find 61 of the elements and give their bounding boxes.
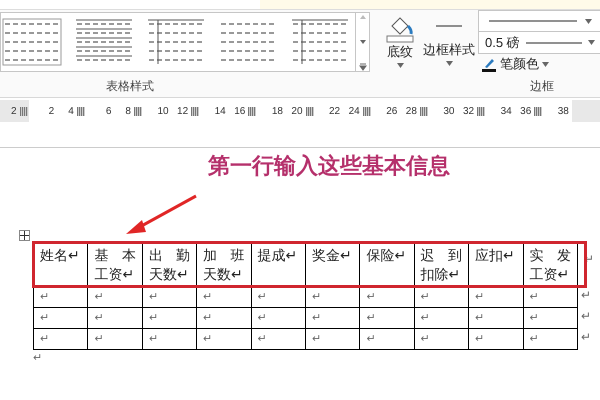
ruler-number: 22	[329, 104, 340, 118]
column-marker-icon[interactable]	[248, 106, 256, 116]
pen-color-button[interactable]: 笔颜色	[478, 54, 600, 74]
line-style-dropdown[interactable]	[478, 10, 600, 32]
ruler-number: 18	[272, 104, 283, 118]
more-icon[interactable]	[358, 63, 367, 71]
column-marker-icon[interactable]	[20, 106, 28, 116]
line-icon	[436, 24, 462, 28]
line-icon	[489, 19, 577, 23]
row-end-mark: ↵	[580, 287, 591, 304]
line-icon	[526, 40, 582, 44]
ruler-number: 6	[106, 104, 112, 118]
table-style-gallery[interactable]	[0, 12, 356, 72]
shading-button[interactable]: 底纹	[380, 12, 420, 68]
ruler-number: 14	[214, 104, 226, 118]
column-marker-icon[interactable]	[420, 106, 428, 116]
ruler-number: 38	[558, 104, 569, 118]
ruler-number: 10	[157, 104, 169, 118]
row-end-mark: ↵	[580, 308, 591, 325]
ruler-number: 30	[443, 104, 454, 118]
ruler-number: 2	[11, 104, 17, 118]
group-label: 边框	[530, 78, 555, 95]
column-marker-icon[interactable]	[362, 106, 371, 116]
table-style-thumbnail[interactable]	[290, 18, 350, 66]
caret-icon	[585, 18, 592, 24]
border-styles-button[interactable]: 边框样式	[420, 10, 478, 74]
table-cell: ↵	[522, 328, 578, 350]
caret-icon	[542, 62, 549, 66]
caret-icon	[446, 61, 452, 66]
ruler-number: 34	[500, 104, 512, 118]
ruler-number: 26	[386, 104, 398, 118]
line-weight-dropdown[interactable]: 0.5 磅	[478, 32, 600, 54]
group-label: 表格样式	[106, 78, 155, 95]
table-style-thumbnail[interactable]	[2, 18, 62, 66]
ruler-number: 16	[234, 104, 246, 118]
column-marker-icon[interactable]	[306, 106, 314, 116]
ruler-number: 20	[291, 104, 303, 118]
table-move-handle-icon[interactable]	[19, 230, 30, 241]
table-cell: ↵	[33, 328, 88, 350]
arrow-icon	[124, 194, 198, 236]
ruler-number: 24	[348, 104, 360, 118]
paragraph-mark: ↵	[33, 351, 43, 366]
column-marker-icon[interactable]	[534, 106, 542, 116]
ruler-number: 32	[462, 104, 474, 118]
ruler-number: 8	[125, 104, 131, 118]
ruler-number: 36	[520, 104, 532, 118]
column-marker-icon[interactable]	[134, 106, 142, 116]
column-marker-icon[interactable]	[191, 106, 200, 116]
table-style-thumbnail[interactable]	[146, 18, 206, 66]
ruler-number: 2	[48, 104, 54, 118]
caret-icon	[396, 63, 404, 68]
ruler-number: 12	[177, 104, 188, 118]
column-marker-icon[interactable]	[76, 106, 85, 116]
pen-icon	[481, 56, 497, 72]
annotation-text: 第一行输入这些基本信息	[208, 152, 450, 181]
column-marker-icon[interactable]	[477, 106, 486, 116]
row-end-mark: ↵	[580, 329, 591, 346]
ruler-number: 28	[406, 104, 417, 118]
ruler-number: 4	[68, 104, 74, 118]
scroll-down-icon[interactable]	[358, 38, 367, 46]
caret-icon	[588, 40, 595, 45]
